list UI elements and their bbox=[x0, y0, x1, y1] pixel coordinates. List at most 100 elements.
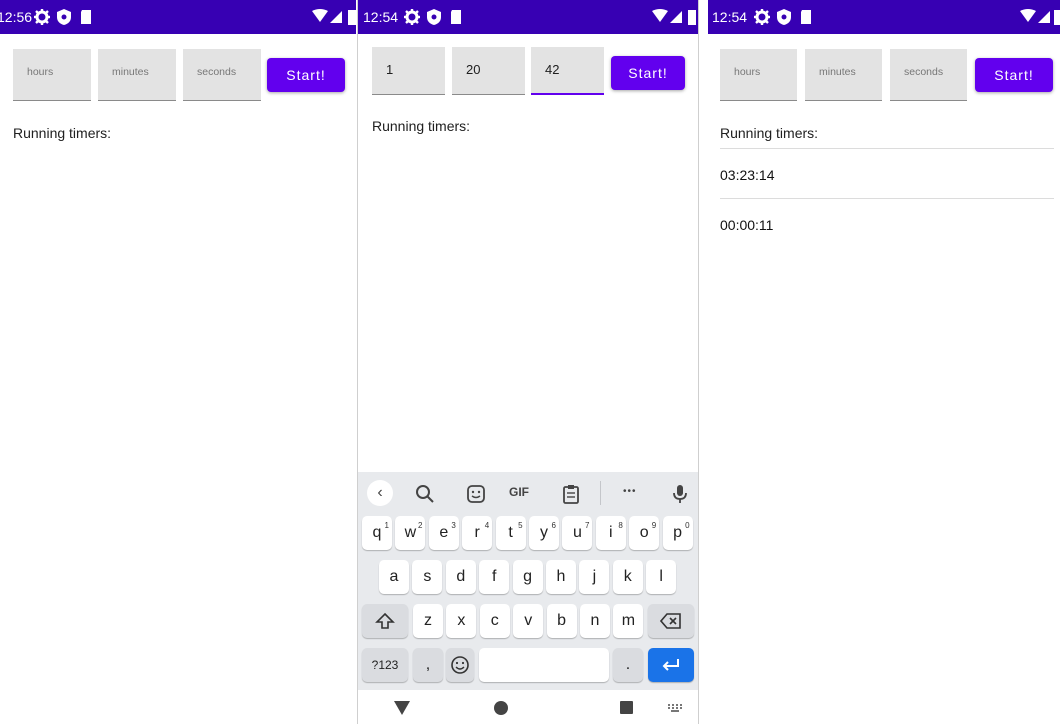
keyboard-toolbar: ‹ GIF ••• bbox=[358, 472, 698, 514]
key-y[interactable]: y6 bbox=[529, 516, 559, 550]
microphone-icon[interactable] bbox=[669, 483, 691, 505]
comma-key[interactable]: , bbox=[413, 648, 443, 682]
key-c[interactable]: c bbox=[479, 604, 510, 638]
key-x[interactable]: x bbox=[446, 604, 477, 638]
recents-square-icon[interactable] bbox=[620, 701, 633, 714]
collapse-chevron-icon[interactable]: ‹ bbox=[367, 480, 393, 506]
gif-button[interactable]: GIF bbox=[509, 485, 529, 499]
hours-input[interactable]: hours bbox=[720, 49, 797, 101]
hours-input[interactable]: hours bbox=[13, 49, 91, 101]
key-p[interactable]: p0 bbox=[662, 516, 693, 550]
running-timers-label: Running timers: bbox=[13, 125, 112, 141]
key-t[interactable]: t5 bbox=[495, 516, 526, 550]
start-button[interactable]: Start! bbox=[975, 58, 1053, 92]
symbols-key[interactable]: ?123 bbox=[362, 648, 408, 682]
gear-icon bbox=[404, 9, 420, 25]
seconds-placeholder: seconds bbox=[904, 66, 944, 78]
enter-arrow-icon bbox=[662, 659, 679, 671]
key-hint-p: 0 bbox=[685, 521, 690, 530]
period-key[interactable]: . bbox=[613, 648, 643, 682]
shield-icon bbox=[427, 9, 441, 25]
list-divider bbox=[720, 198, 1054, 199]
status-time: 12:54 bbox=[712, 9, 748, 25]
list-divider bbox=[720, 148, 1054, 149]
minutes-input[interactable]: minutes bbox=[805, 49, 882, 101]
key-w[interactable]: w2 bbox=[395, 516, 426, 550]
gear-icon bbox=[34, 9, 50, 25]
minutes-input[interactable]: 20 bbox=[452, 47, 525, 95]
hours-placeholder: hours bbox=[734, 66, 761, 78]
toolbar-divider bbox=[600, 481, 601, 505]
sd-card-icon bbox=[801, 10, 811, 24]
key-o[interactable]: o9 bbox=[629, 516, 660, 550]
search-icon[interactable] bbox=[414, 483, 436, 505]
key-i[interactable]: i8 bbox=[595, 516, 626, 550]
key-b[interactable]: b bbox=[546, 604, 577, 638]
start-button[interactable]: Start! bbox=[611, 56, 685, 90]
key-m[interactable]: m bbox=[613, 604, 644, 638]
start-button[interactable]: Start! bbox=[267, 58, 345, 92]
backspace-key[interactable] bbox=[648, 604, 694, 638]
seconds-placeholder: seconds bbox=[197, 66, 237, 78]
key-hint-i: 8 bbox=[618, 521, 623, 530]
key-hint-t: 5 bbox=[518, 521, 523, 530]
key-v[interactable]: v bbox=[513, 604, 544, 638]
key-a[interactable]: a bbox=[379, 560, 409, 594]
key-k[interactable]: k bbox=[612, 560, 643, 594]
key-hint-u: 7 bbox=[584, 521, 590, 530]
hours-input[interactable]: 1 bbox=[372, 47, 445, 95]
seconds-input[interactable]: seconds bbox=[183, 49, 261, 101]
screen-empty: 12:56 hours minutes seconds Start! Runni… bbox=[0, 0, 356, 724]
key-n[interactable]: n bbox=[580, 604, 610, 638]
key-hint-y: 6 bbox=[551, 521, 556, 530]
status-bar: 12:56 bbox=[0, 0, 356, 34]
shift-key[interactable] bbox=[362, 604, 408, 638]
shift-arrow-icon bbox=[375, 612, 395, 629]
clipboard-icon[interactable] bbox=[560, 483, 582, 505]
key-l[interactable]: l bbox=[646, 560, 677, 594]
wifi-signal-icon bbox=[652, 9, 682, 23]
shield-icon bbox=[777, 9, 791, 25]
key-d[interactable]: d bbox=[445, 560, 476, 594]
sd-card-icon bbox=[81, 10, 91, 24]
space-key[interactable] bbox=[479, 648, 609, 682]
key-f[interactable]: f bbox=[479, 560, 510, 594]
minutes-placeholder: minutes bbox=[819, 66, 856, 78]
key-s[interactable]: s bbox=[412, 560, 443, 594]
home-circle-icon[interactable] bbox=[494, 701, 508, 715]
key-e[interactable]: e3 bbox=[428, 516, 459, 550]
key-h[interactable]: h bbox=[546, 560, 576, 594]
more-options-button[interactable]: ••• bbox=[623, 486, 637, 497]
screen-running: 12:54 hours minutes seconds Start! Runni… bbox=[708, 0, 1060, 724]
wifi-signal-icon bbox=[312, 9, 342, 23]
battery-icon bbox=[1054, 10, 1060, 25]
seconds-value: 42 bbox=[545, 62, 560, 77]
status-time: 12:54 bbox=[363, 9, 399, 25]
key-g[interactable]: g bbox=[512, 560, 543, 594]
key-hint-q: 1 bbox=[384, 521, 389, 530]
status-bar: 12:54 bbox=[708, 0, 1060, 34]
soft-keyboard: ‹ GIF ••• q1w2e3r4t5y6u7i8o9p0 asdfghjkl… bbox=[358, 472, 698, 690]
key-hint-o: 9 bbox=[651, 521, 657, 530]
key-j[interactable]: j bbox=[579, 560, 610, 594]
minutes-input[interactable]: minutes bbox=[98, 49, 176, 101]
running-timers-label: Running timers: bbox=[720, 125, 819, 141]
key-u[interactable]: u7 bbox=[562, 516, 593, 550]
back-triangle-icon[interactable] bbox=[394, 701, 410, 715]
keyboard-switch-icon[interactable] bbox=[668, 704, 682, 712]
screen-editing: 12:54 1 20 42 Start! Running timers: ‹ G… bbox=[357, 0, 699, 724]
minutes-value: 20 bbox=[466, 62, 481, 77]
seconds-input[interactable]: 42 bbox=[531, 47, 604, 95]
battery-icon bbox=[348, 10, 356, 25]
seconds-input[interactable]: seconds bbox=[890, 49, 967, 101]
emoji-key[interactable] bbox=[446, 648, 474, 682]
battery-icon bbox=[688, 10, 696, 25]
emoji-icon bbox=[451, 656, 469, 674]
key-q[interactable]: q1 bbox=[362, 516, 392, 550]
key-r[interactable]: r4 bbox=[462, 516, 493, 550]
key-z[interactable]: z bbox=[413, 604, 443, 638]
key-hint-w: 2 bbox=[417, 521, 423, 530]
sd-card-icon bbox=[451, 10, 461, 24]
sticker-icon[interactable] bbox=[465, 483, 487, 505]
enter-key[interactable] bbox=[648, 648, 694, 682]
